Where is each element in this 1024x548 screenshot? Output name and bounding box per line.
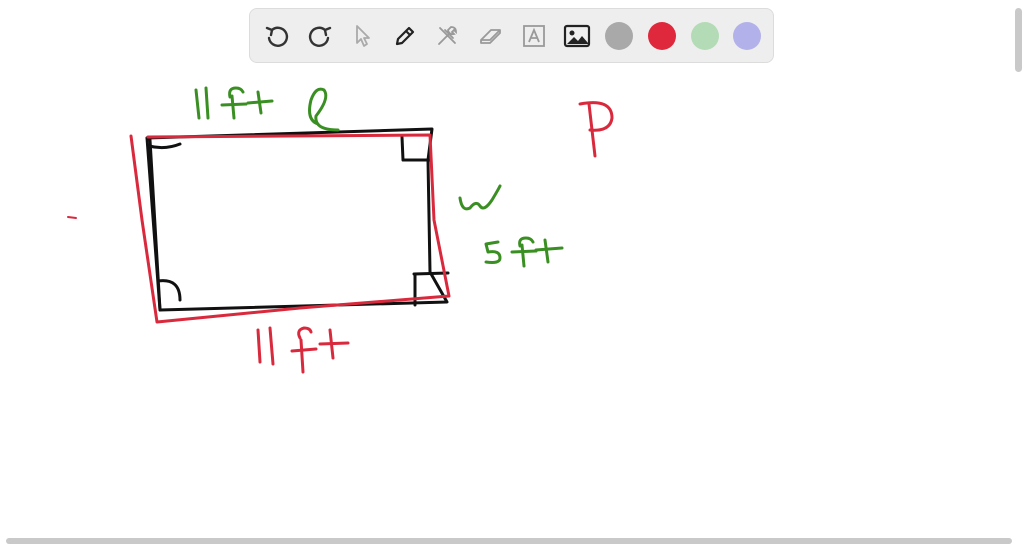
text-box-icon — [523, 25, 545, 47]
undo-button[interactable] — [262, 21, 292, 51]
text-button[interactable] — [519, 21, 549, 51]
top-length-label — [194, 86, 274, 120]
tools-icon — [438, 26, 457, 45]
whiteboard-canvas[interactable]: 11ft — [0, 0, 1024, 548]
color-swatch-green[interactable] — [691, 22, 719, 50]
perimeter-symbol — [578, 101, 614, 158]
undo-icon — [265, 26, 289, 47]
redo-icon — [308, 26, 332, 47]
pen-icon — [395, 26, 415, 46]
color-swatch-purple[interactable] — [733, 22, 761, 50]
image-button[interactable] — [562, 21, 592, 51]
pointer-icon — [356, 25, 370, 47]
rectangle-sketch — [145, 127, 450, 312]
perimeter-trace — [67, 133, 451, 324]
image-icon — [563, 24, 591, 48]
horizontal-scrollbar[interactable] — [6, 538, 1012, 544]
eraser-icon — [480, 29, 501, 44]
color-swatch-gray[interactable] — [605, 22, 633, 50]
tools-button[interactable] — [432, 21, 462, 51]
width-symbol — [458, 184, 502, 211]
select-button[interactable] — [347, 21, 377, 51]
eraser-button[interactable] — [476, 21, 506, 51]
width-value-label — [484, 236, 564, 268]
redo-button[interactable] — [305, 21, 335, 51]
pen-button[interactable] — [390, 21, 420, 51]
length-symbol — [308, 87, 340, 132]
drawing-toolbar — [249, 8, 774, 63]
vertical-scrollbar[interactable] — [1015, 8, 1022, 72]
bottom-length-label: 11ft — [256, 326, 350, 374]
color-swatch-red[interactable] — [648, 22, 676, 50]
